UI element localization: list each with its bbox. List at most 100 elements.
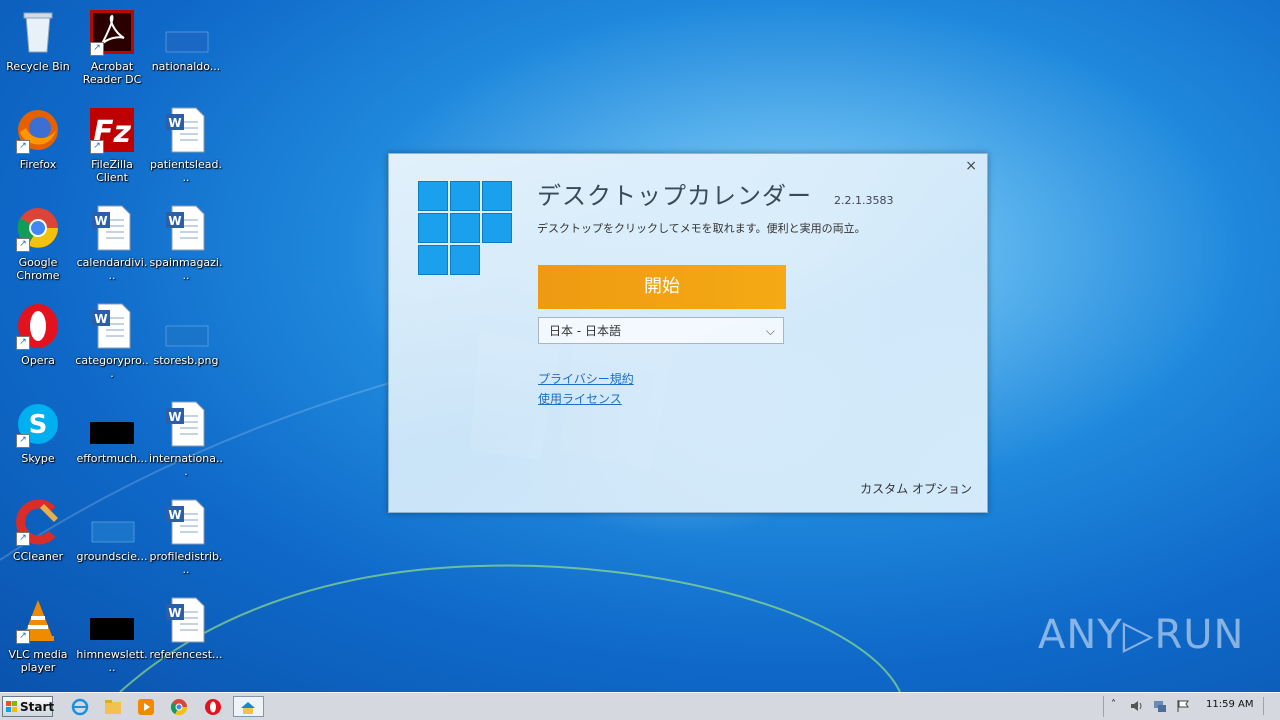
desktop-icon-storesb[interactable]: storesb.png <box>148 298 224 390</box>
black-thumbnail-icon <box>90 618 134 640</box>
windows-flag-icon <box>6 701 17 712</box>
app-title: デスクトップカレンダー <box>537 182 812 210</box>
desktop-icon-calendardivi[interactable]: W calendardivi... <box>74 200 150 292</box>
desktop-icon-label: profiledistrib... <box>149 550 223 576</box>
svg-text:W: W <box>168 508 181 522</box>
taskbar-chrome[interactable] <box>165 696 193 717</box>
recycle-bin-icon <box>23 12 53 53</box>
desktop-icon-spainmagazi[interactable]: W spainmagazi... <box>148 200 224 292</box>
chrome-icon <box>170 699 188 716</box>
desktop-icon-label: CCleaner <box>12 550 64 563</box>
desktop: Recycle Bin ↗ Firefox ↗ Google Chrome ↗ … <box>0 0 1280 692</box>
folder-icon <box>105 700 121 714</box>
desktop-icon-label: himnewslett... <box>76 648 148 674</box>
desktop-icon-label: Google Chrome <box>16 256 60 282</box>
desktop-icon-label: storesb.png <box>153 354 219 367</box>
desktop-icon-firefox[interactable]: ↗ Firefox <box>0 102 76 194</box>
desktop-icon-label: groundscie... <box>76 550 148 563</box>
desktop-icon-internationa[interactable]: W internationa... <box>148 396 224 488</box>
desktop-icon-label: VLC media player <box>8 648 68 674</box>
close-icon[interactable]: × <box>965 158 977 174</box>
black-thumbnail-icon <box>90 422 134 444</box>
app-version: 2.2.1.3583 <box>834 194 894 207</box>
language-select[interactable]: 日本 - 日本語 ⌵ <box>538 317 784 344</box>
svg-text:W: W <box>168 214 181 228</box>
desktop-icon-recycle-bin[interactable]: Recycle Bin <box>0 4 76 96</box>
desktop-icon-categorypro[interactable]: W categorypro... <box>74 298 150 390</box>
desktop-icon-himnewslett[interactable]: himnewslett... <box>74 592 150 684</box>
desktop-icon-label: calendardivi... <box>76 256 148 282</box>
desktop-icon-label: Skype <box>21 452 55 465</box>
desktop-icon-referencest[interactable]: W referencest... <box>148 592 224 684</box>
word-document-icon: W <box>166 499 205 545</box>
start-button-taskbar[interactable]: Start <box>2 696 55 717</box>
desktop-icon-vlc[interactable]: ↗ VLC media player <box>0 592 76 684</box>
language-select-value: 日本 - 日本語 <box>549 324 621 338</box>
image-file-icon <box>91 521 135 543</box>
taskbar-media-player[interactable] <box>132 696 160 717</box>
desktop-icon-label: Recycle Bin <box>6 60 70 73</box>
desktop-icon-ccleaner[interactable]: ↗ CCleaner <box>0 494 76 586</box>
taskbar-opera[interactable] <box>199 696 227 717</box>
app-logo-icon <box>418 181 514 279</box>
taskbar-desktop-calendar[interactable] <box>233 696 264 717</box>
taskbar-ie[interactable] <box>66 696 94 717</box>
license-link[interactable]: 使用ライセンス <box>538 390 622 407</box>
svg-text:W: W <box>94 312 107 326</box>
desktop-icon-label: effortmuch... <box>76 452 148 465</box>
home-icon <box>241 702 255 714</box>
app-subtitle: デスクトップをクリックしてメモを取れます。便利と実用の両立。 <box>537 222 866 235</box>
svg-text:S: S <box>29 410 48 440</box>
desktop-icon-label: spainmagazi... <box>149 256 223 282</box>
show-desktop-button[interactable] <box>1263 697 1278 715</box>
desktop-calendar-setup-dialog: デスクトップカレンダー 2.2.1.3583 デスクトップをクリックしてメモを取… <box>388 153 988 513</box>
word-document-icon: W <box>166 205 205 251</box>
svg-text:W: W <box>168 116 181 130</box>
image-file-icon <box>165 31 209 53</box>
desktop-icon-patientslead[interactable]: W patientslead... <box>148 102 224 194</box>
word-document-icon: W <box>92 303 131 349</box>
network-icon[interactable] <box>1153 699 1167 713</box>
svg-text:W: W <box>94 214 107 228</box>
desktop-icon-label: referencest... <box>149 648 223 661</box>
word-document-icon: W <box>166 597 205 643</box>
desktop-icon-label: Opera <box>21 354 55 367</box>
taskbar: Start ˄ 11:59 AM <box>0 692 1280 720</box>
word-document-icon: W <box>166 401 205 447</box>
svg-text:W: W <box>168 606 181 620</box>
start-label: Start <box>20 700 55 714</box>
show-hidden-icons[interactable]: ˄ <box>1111 699 1116 710</box>
svg-text:W: W <box>168 410 181 424</box>
media-player-icon <box>138 699 154 715</box>
start-button[interactable]: 開始 <box>538 265 786 309</box>
taskbar-explorer[interactable] <box>99 696 127 717</box>
desktop-icon-filezilla[interactable]: Fz ↗ FileZilla Client <box>74 102 150 194</box>
privacy-policy-link[interactable]: プライバシー規約 <box>538 370 634 387</box>
desktop-icon-label: FileZilla Client <box>91 158 133 184</box>
desktop-icon-effortmuch[interactable]: effortmuch... <box>74 396 150 488</box>
internet-explorer-icon <box>71 698 89 716</box>
desktop-icon-nationaldo[interactable]: nationaldo... <box>148 4 224 96</box>
desktop-icon-skype[interactable]: S ↗ Skype <box>0 396 76 488</box>
anyrun-watermark: ANY▷RUN <box>1038 612 1245 658</box>
volume-icon[interactable] <box>1130 699 1144 713</box>
desktop-icon-chrome[interactable]: ↗ Google Chrome <box>0 200 76 292</box>
desktop-icon-acrobat[interactable]: ↗ Acrobat Reader DC <box>74 4 150 96</box>
desktop-icon-label: Firefox <box>19 158 57 171</box>
word-document-icon: W <box>92 205 131 251</box>
custom-options-link[interactable]: カスタム オプション <box>860 480 972 497</box>
chevron-down-icon: ⌵ <box>765 324 775 338</box>
desktop-icon-opera[interactable]: ↗ Opera <box>0 298 76 390</box>
desktop-icon-profiledistrib[interactable]: W profiledistrib... <box>148 494 224 586</box>
desktop-icon-groundscie[interactable]: groundscie... <box>74 494 150 586</box>
desktop-icon-label: nationaldo... <box>151 60 221 73</box>
image-file-icon <box>165 325 209 347</box>
desktop-icon-label: patientslead... <box>150 158 222 184</box>
action-center-flag-icon[interactable] <box>1176 699 1190 713</box>
word-document-icon: W <box>166 107 205 153</box>
desktop-icon-label: internationa... <box>149 452 223 478</box>
opera-icon <box>205 699 221 715</box>
desktop-icon-label: categorypro... <box>75 354 149 380</box>
clock[interactable]: 11:59 AM <box>1206 699 1253 710</box>
desktop-icon-label: Acrobat Reader DC <box>82 60 142 86</box>
